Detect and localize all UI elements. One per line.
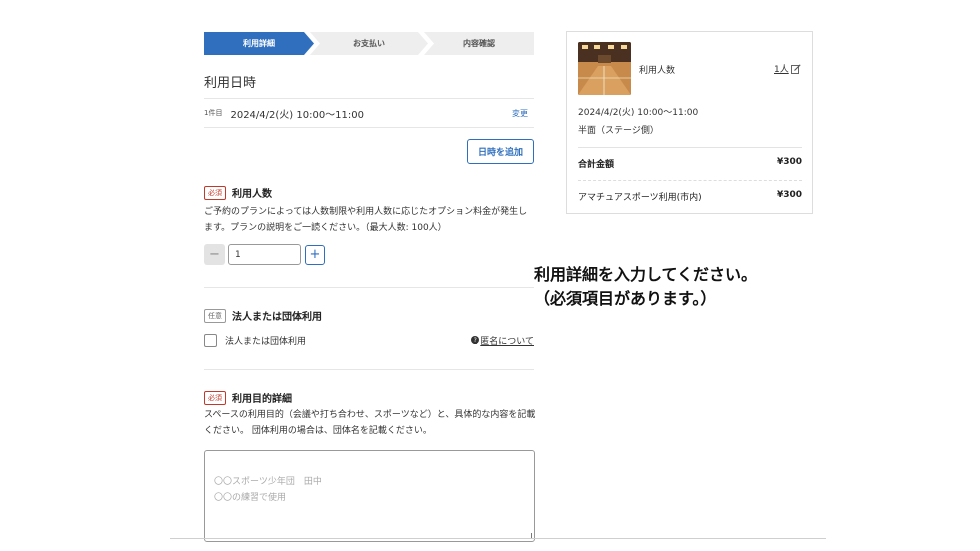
divider: [578, 147, 802, 148]
people-field-header: 必須 利用人数: [204, 185, 272, 200]
purpose-textarea[interactable]: 〇〇スポーツ少年団 田中 〇〇の練習で使用: [204, 450, 535, 542]
corporate-checkbox-row: 法人または団体利用 ? 匿名について: [204, 333, 534, 347]
quantity-stepper: − 1 +: [204, 244, 325, 265]
datetime-entry: 1件目 2024/4/2(火) 10:00～11:00 変更: [204, 104, 534, 122]
required-fields-notice: 利用詳細を入力してください。 （必須項目があります。）: [534, 265, 758, 308]
datetime-entry-index: 1件目: [204, 109, 223, 117]
step-payment: お支払い: [310, 32, 428, 55]
step-confirm: 内容確認: [424, 32, 534, 55]
anonymity-link-label[interactable]: 匿名について: [480, 334, 534, 347]
divider: [204, 369, 534, 370]
divider: [170, 538, 826, 539]
summary-line-value: ¥300: [776, 190, 802, 200]
anonymity-link[interactable]: ? 匿名について: [471, 334, 534, 347]
add-datetime-button[interactable]: 日時を追加: [467, 139, 534, 164]
purpose-field-header: 必須 利用目的詳細: [204, 390, 292, 405]
divider: [204, 98, 534, 99]
purpose-field-description: スペースの利用目的（会議や打ち合わせ、スポーツなど）と、具体的な内容を記載くださ…: [204, 410, 536, 436]
summary-line-item: アマチュアスポーツ利用(市内) ¥300: [578, 190, 802, 203]
gym-photo-icon: [578, 42, 631, 95]
summary-people-label: 利用人数: [639, 66, 676, 76]
booking-summary-card: 利用人数 1人 2024/4/2(火) 10:00～11:00 半面（ステージ側…: [566, 31, 813, 214]
step-details: 利用詳細: [204, 32, 314, 55]
corporate-field-header: 任意 法人または団体利用: [204, 308, 322, 323]
progress-stepper: 利用詳細 お支払い 内容確認: [204, 32, 534, 55]
datetime-section-title: 利用日時: [204, 76, 257, 91]
datetime-entry-value: 2024/4/2(火) 10:00～11:00: [230, 109, 364, 121]
people-count-input[interactable]: 1: [228, 244, 301, 265]
summary-total-value: ¥300: [776, 157, 802, 167]
summary-line-label: アマチュアスポーツ利用(市内): [578, 193, 702, 203]
decrement-button[interactable]: −: [204, 244, 225, 265]
required-badge: 必須: [204, 185, 226, 200]
divider: [204, 287, 534, 288]
edit-icon[interactable]: [790, 63, 801, 74]
help-icon: ?: [471, 336, 480, 344]
corporate-checkbox-label[interactable]: 法人または団体利用: [225, 334, 306, 347]
purpose-field-title: 利用目的詳細: [232, 394, 292, 405]
corporate-checkbox[interactable]: [204, 333, 217, 347]
increment-button[interactable]: +: [305, 244, 325, 265]
people-field-title: 利用人数: [232, 189, 272, 200]
divider: [204, 127, 534, 128]
purpose-textarea-placeholder: 〇〇スポーツ少年団 田中 〇〇の練習で使用: [214, 477, 322, 503]
summary-people-edit[interactable]: 1人: [774, 62, 801, 75]
venue-thumbnail: [578, 42, 631, 95]
people-field-description: ご予約のプランによっては人数制限や利用人数に応じたオプション料金が発生します。プ…: [204, 207, 528, 233]
change-datetime-link[interactable]: 変更: [512, 108, 528, 119]
divider: [578, 180, 802, 181]
summary-total-row: 合計金額 ¥300: [578, 157, 802, 170]
summary-plan: 半面（ステージ側）: [578, 126, 659, 136]
summary-people-value[interactable]: 1人: [774, 62, 789, 75]
required-badge: 必須: [204, 390, 226, 405]
summary-total-label: 合計金額: [578, 160, 615, 170]
corporate-field-title: 法人または団体利用: [232, 312, 322, 323]
optional-badge: 任意: [204, 308, 226, 323]
summary-datetime: 2024/4/2(火) 10:00～11:00: [578, 108, 699, 118]
